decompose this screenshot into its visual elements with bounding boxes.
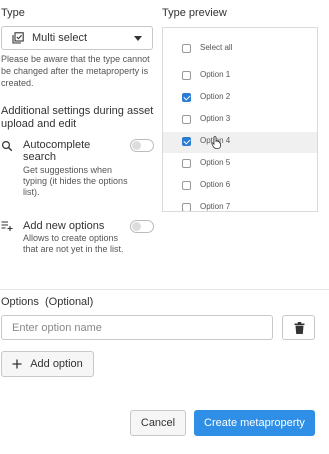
type-select-value: Multi select <box>32 32 88 44</box>
checkbox[interactable] <box>182 159 191 168</box>
preview-option-select-all[interactable]: Select all <box>163 39 317 60</box>
preview-option-5[interactable]: Option 5 <box>163 154 317 175</box>
checkbox[interactable] <box>182 181 191 190</box>
checkbox[interactable] <box>182 44 191 53</box>
divider <box>0 289 329 290</box>
preview-option-label: Option 2 <box>200 92 231 101</box>
add-new-options-title: Add new options <box>23 220 105 232</box>
option-name-input[interactable] <box>1 315 273 340</box>
search-icon <box>1 140 13 152</box>
preview-option-2[interactable]: Option 2 <box>163 88 317 109</box>
add-option-button[interactable]: Add option <box>1 351 94 377</box>
preview-option-7[interactable]: Option 7 <box>163 198 317 211</box>
additional-settings-heading: Additional settings during asset upload … <box>1 105 154 130</box>
preview-option-6[interactable]: Option 6 <box>163 176 317 197</box>
preview-option-label: Option 7 <box>200 202 231 211</box>
preview-option-1[interactable]: Option 1 <box>163 66 317 87</box>
type-label: Type <box>1 7 25 19</box>
preview-option-4[interactable]: Option 4 <box>163 132 317 153</box>
checklist-icon <box>12 32 24 44</box>
type-select[interactable]: Multi select <box>1 26 153 50</box>
autocomplete-toggle[interactable] <box>130 139 154 152</box>
trash-icon <box>294 322 305 334</box>
type-preview-label: Type preview <box>162 7 227 19</box>
options-label: Options (Optional) <box>1 296 93 308</box>
autocomplete-desc: Get suggestions when typing (it hides th… <box>23 165 128 197</box>
checkbox[interactable] <box>182 203 191 211</box>
checkbox-checked[interactable] <box>182 137 191 146</box>
create-metaproperty-button[interactable]: Create metaproperty <box>194 410 315 436</box>
checkbox-checked[interactable] <box>182 93 191 102</box>
delete-option-button[interactable] <box>282 315 315 340</box>
checkbox[interactable] <box>182 71 191 80</box>
preview-option-label: Option 5 <box>200 158 231 167</box>
toggle-knob <box>132 222 141 231</box>
options-label-text: Options <box>1 296 39 308</box>
type-hint: Please be aware that the type cannot be … <box>1 54 150 88</box>
preview-option-label: Option 1 <box>200 70 231 79</box>
toggle-knob <box>132 141 141 150</box>
plus-icon <box>12 359 22 369</box>
add-new-options-toggle[interactable] <box>130 220 154 233</box>
preview-option-label: Option 3 <box>200 114 231 123</box>
preview-option-label: Option 6 <box>200 180 231 189</box>
cancel-button[interactable]: Cancel <box>130 410 186 436</box>
checkbox[interactable] <box>182 115 191 124</box>
add-option-label: Add option <box>30 358 83 370</box>
hand-cursor-icon <box>211 136 221 149</box>
autocomplete-title: Autocomplete search <box>23 139 91 163</box>
type-preview-panel[interactable]: Select all Option 1 Option 2 Option 3 Op… <box>162 27 318 212</box>
chevron-down-icon <box>134 36 142 41</box>
add-new-options-desc: Allows to create options that are not ye… <box>23 233 124 254</box>
playlist-add-icon <box>1 221 13 231</box>
preview-option-3[interactable]: Option 3 <box>163 110 317 131</box>
preview-option-label: Select all <box>200 43 233 52</box>
options-optional-text: (Optional) <box>44 296 94 308</box>
